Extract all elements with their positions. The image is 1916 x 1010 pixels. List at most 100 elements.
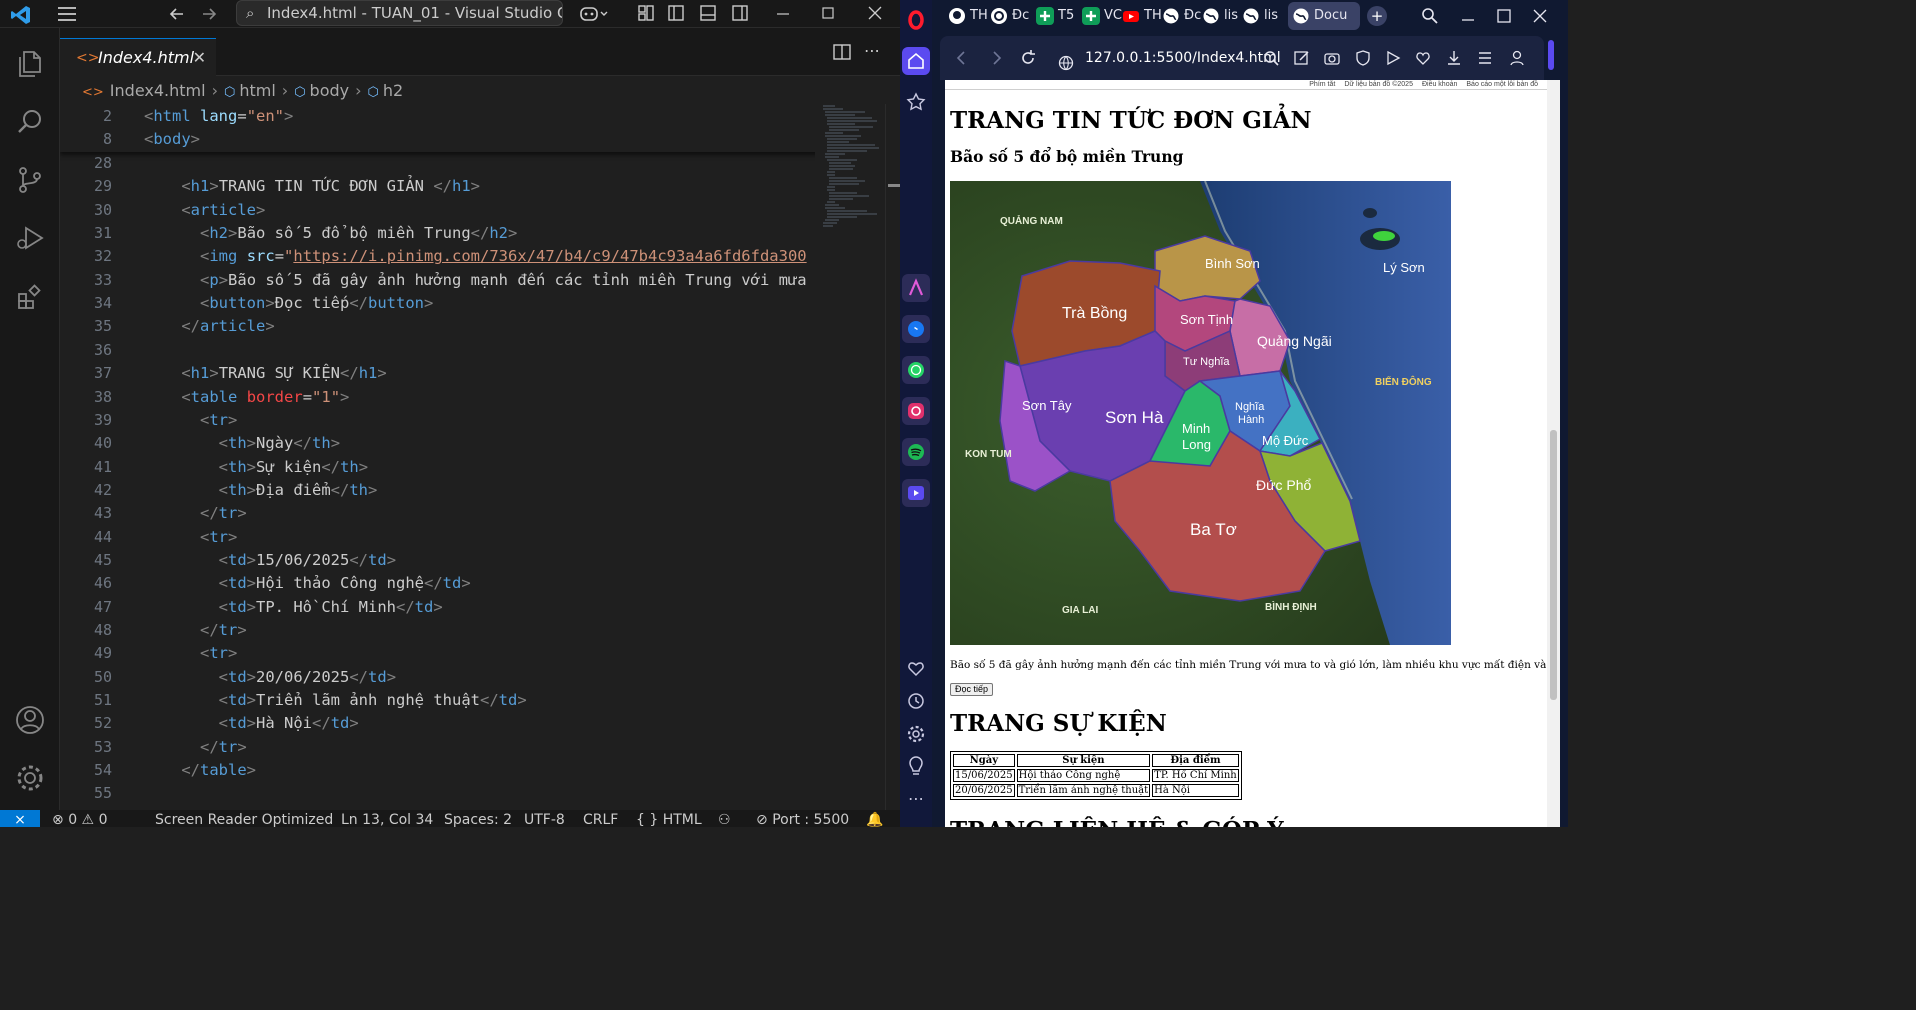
page-scrollbar[interactable] [1547, 80, 1560, 827]
browser-tab[interactable]: Đc [1162, 2, 1202, 30]
map-shortcuts-link[interactable]: Phím tắt [1309, 81, 1335, 88]
language-mode[interactable]: { } HTML [636, 810, 702, 827]
tab-index4-html[interactable]: <> Index4.html ✕ [60, 38, 216, 76]
browser-tab[interactable]: Đc [990, 2, 1030, 30]
scrollbar-thumb[interactable] [1550, 430, 1557, 700]
split-editor-icon[interactable] [832, 42, 852, 62]
command-center-search[interactable]: ⌕ Index4.html - TUAN_01 - Visual Studio … [236, 0, 563, 26]
adblock-shield-icon[interactable] [1354, 48, 1372, 72]
accounts-icon[interactable] [14, 704, 46, 736]
minimize-window-icon[interactable] [1458, 6, 1478, 26]
code-line[interactable]: </table> [144, 759, 814, 782]
search-icon[interactable] [14, 106, 46, 138]
menu-hamburger-icon[interactable] [55, 4, 79, 24]
breadcrumb-item-body[interactable]: body [310, 81, 350, 100]
code-editor[interactable]: 28 29 <h1>TRANG TIN TỨC ĐƠN GIẢN </h1> 30 … [60, 104, 900, 810]
messenger-icon[interactable] [902, 315, 930, 343]
code-line[interactable]: <td>Hà Nội</td> [144, 712, 814, 735]
more-actions-icon[interactable]: ⋯ [862, 42, 882, 62]
browser-tab[interactable]: lis [1242, 2, 1282, 30]
map-report-link[interactable]: Báo cáo một lỗi bản đồ [1466, 81, 1538, 88]
browser-tab[interactable]: lis [1202, 2, 1242, 30]
spotify-icon[interactable] [902, 438, 930, 466]
code-line[interactable]: </tr> [144, 619, 814, 642]
encoding-status[interactable]: UTF-8 [524, 810, 565, 827]
notifications-bell-icon[interactable]: 🔔 [866, 810, 883, 827]
problems-status[interactable]: ⊗ 0 ⚠ 0 [52, 810, 107, 827]
code-line[interactable]: <article> [144, 199, 814, 222]
player-play-icon[interactable] [1384, 48, 1402, 72]
tab-search-icon[interactable] [1420, 6, 1440, 26]
code-line[interactable]: <img src="https://i.pinimg.com/736x/47/b… [144, 245, 814, 268]
code-line[interactable]: <h2>Bão số 5 đổ bộ miền Trung</h2> [144, 222, 814, 245]
screen-reader-status[interactable]: Screen Reader Optimized [155, 810, 333, 827]
reload-icon[interactable] [1018, 48, 1038, 68]
breadcrumb-item-html[interactable]: html [239, 81, 275, 100]
code-line[interactable]: <body> [144, 128, 814, 151]
instagram-icon[interactable] [902, 397, 930, 425]
toggle-primary-sidebar-icon[interactable] [666, 4, 686, 24]
browser-tab[interactable]: Docu [1288, 2, 1360, 30]
page-search-icon[interactable] [1262, 48, 1280, 72]
code-line[interactable]: <tr> [144, 526, 814, 549]
layout-customize-icon[interactable] [636, 4, 656, 24]
code-line[interactable]: <th>Sự kiện</th> [144, 456, 814, 479]
code-line[interactable]: <html lang="en"> [144, 105, 814, 128]
home-icon[interactable] [902, 47, 930, 75]
code-line[interactable]: <th>Ngày</th> [144, 432, 814, 455]
browser-tab[interactable]: VC [1082, 2, 1122, 30]
forward-arrow-icon[interactable] [198, 4, 220, 24]
breadcrumb-item-file[interactable]: Index4.html [110, 81, 206, 100]
breadcrumb-item-h2[interactable]: h2 [383, 81, 403, 100]
web-page-viewport[interactable]: Phím tắt Dữ liệu bản đồ ©2025 Điều khoản Bá… [945, 80, 1547, 827]
close-tab-icon[interactable]: ✕ [193, 39, 206, 77]
snapshot-camera-icon[interactable] [1323, 48, 1341, 72]
aria-ai-icon[interactable] [902, 274, 930, 302]
close-window-icon[interactable] [865, 4, 885, 24]
code-line[interactable]: <h1>TRANG SỰ KIỆN</h1> [144, 362, 814, 385]
eol-status[interactable]: CRLF [583, 810, 618, 827]
browser-tab[interactable]: T5 [1036, 2, 1076, 30]
code-line[interactable]: <tr> [144, 642, 814, 665]
maximize-window-icon[interactable] [818, 4, 838, 24]
manage-gear-icon[interactable] [14, 762, 46, 794]
code-line[interactable]: </article> [144, 315, 814, 338]
code-line[interactable]: <tr> [144, 409, 814, 432]
forward-arrow-icon[interactable] [986, 48, 1006, 68]
favorites-heart-icon[interactable] [902, 654, 930, 682]
minimap[interactable] [815, 104, 885, 810]
code-line[interactable]: <p>Bão số 5 đã gây ảnh hưởng mạnh đến cá… [144, 269, 814, 292]
bookmark-heart-icon[interactable] [1414, 48, 1432, 72]
source-control-icon[interactable] [14, 164, 46, 196]
whatsapp-icon[interactable] [902, 356, 930, 384]
toggle-panel-icon[interactable] [698, 4, 718, 24]
code-line[interactable]: <td>20/06/2025</td> [144, 666, 814, 689]
back-arrow-icon[interactable] [166, 4, 188, 24]
close-window-icon[interactable] [1530, 6, 1550, 26]
indentation-status[interactable]: Spaces: 2 [444, 810, 512, 827]
remote-indicator-icon[interactable]: ⨯ [0, 810, 40, 827]
code-line[interactable]: <table border="1"> [144, 386, 814, 409]
code-line[interactable]: <td>TP. Hồ Chí Minh</td> [144, 596, 814, 619]
minimize-window-icon[interactable] [773, 4, 793, 24]
tips-lightbulb-icon[interactable] [902, 753, 930, 781]
history-clock-icon[interactable] [902, 687, 930, 715]
easy-setup-menu-icon[interactable] [1476, 48, 1494, 72]
run-and-debug-icon[interactable] [14, 222, 46, 254]
code-line[interactable]: </tr> [144, 502, 814, 525]
copilot-icon[interactable] [578, 4, 610, 24]
code-line[interactable]: <button>Đọc tiếp</button> [144, 292, 814, 315]
pinboard-icon[interactable] [902, 88, 930, 116]
cursor-position[interactable]: Ln 13, Col 34 [341, 810, 433, 827]
live-server-port[interactable]: ⊘ Port : 5500 [756, 810, 849, 827]
code-line[interactable]: </tr> [144, 736, 814, 759]
profile-icon[interactable] [1508, 48, 1526, 72]
more-sidebar-icon[interactable]: ⋯ [902, 786, 930, 814]
browser-tab[interactable]: TH [1122, 2, 1162, 30]
new-tab-plus-icon[interactable]: + [1367, 6, 1387, 26]
player-icon[interactable] [902, 479, 930, 507]
code-line[interactable]: <td>15/06/2025</td> [144, 549, 814, 572]
back-arrow-icon[interactable] [952, 48, 972, 68]
toggle-secondary-sidebar-icon[interactable] [730, 4, 750, 24]
explorer-icon[interactable] [14, 48, 46, 80]
